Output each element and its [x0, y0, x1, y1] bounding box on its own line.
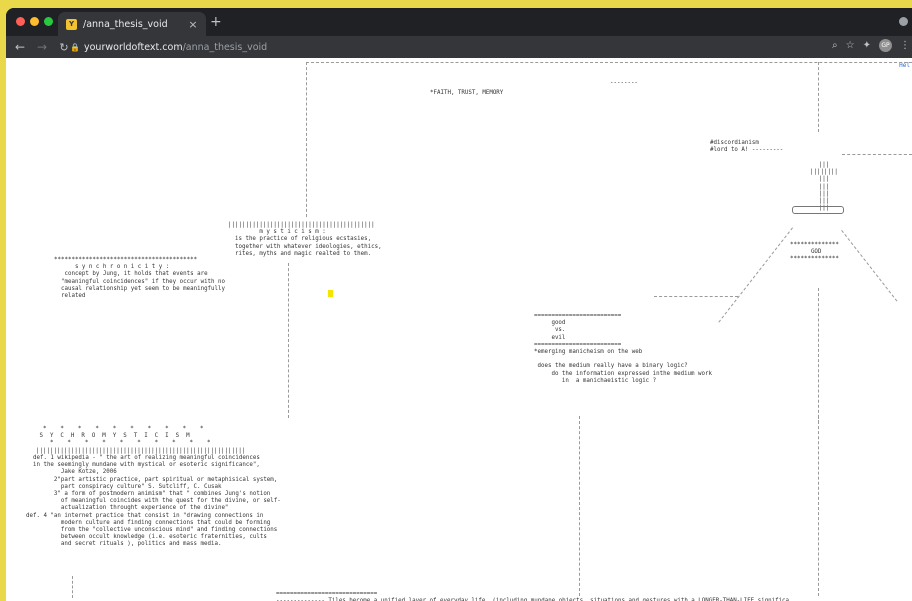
synchronicity-text: ****************************************… [54, 257, 226, 300]
divider-line-upper-left [306, 62, 307, 217]
good-vs-evil-text: ========================= good vs. evil … [534, 313, 712, 384]
browser-window: Y /anna_thesis_void × + ← → ↻ 🔒 yourworl… [6, 8, 912, 601]
mysticism-text: ||||||||||||||||||||||||||||||||||||||||… [228, 222, 382, 257]
pipes-column-text: ||| |||||||| ||| ||| ||| ||| ||| [810, 162, 838, 212]
tab-anna-thesis-void[interactable]: Y /anna_thesis_void × [58, 12, 206, 36]
tab-strip-menu-icon[interactable] [899, 17, 908, 26]
back-arrow-icon[interactable]: ← [12, 40, 28, 54]
divider-line-upper-right [818, 62, 819, 132]
faith-trust-memory-text: *FAITH, TRUST, MEMORY [430, 90, 504, 96]
help-link[interactable]: Hel [899, 62, 910, 69]
zoom-window-button[interactable] [44, 17, 53, 26]
url-host: yourworldoftext.com [84, 41, 183, 53]
synchromysticism-header-text: * * * * * * * * * * S Y C H R O M Y S T … [36, 426, 246, 454]
zoom-search-icon[interactable]: ⌕ [832, 40, 838, 51]
profile-avatar[interactable]: GP [879, 39, 892, 52]
extensions-puzzle-icon[interactable]: ✦ [863, 40, 871, 51]
slope-line-left [718, 227, 793, 323]
divider-line-center-left [288, 263, 289, 418]
new-tab-button[interactable]: + [210, 14, 222, 30]
world-of-text-canvas[interactable]: Hel -------- *FAITH, TRUST, MEMORY #disc… [6, 58, 912, 601]
browser-toolbar: ← → ↻ 🔒 yourworldoftext.com/anna_thesis_… [6, 36, 912, 58]
bookmark-star-icon[interactable]: ☆ [846, 40, 855, 51]
top-border-line [306, 62, 912, 63]
divider-line-lower-middle [579, 416, 580, 596]
divider-line-lower-right [818, 416, 819, 596]
kebab-menu-icon[interactable]: ⋮ [900, 40, 910, 51]
synchromysticism-definitions-text: def. 1 wikipedia - " the art of realizin… [26, 455, 281, 548]
lock-icon[interactable]: 🔒 [70, 43, 80, 52]
faith-dashes-text: -------- [610, 80, 638, 86]
god-box-text: ************** GOD ************** [790, 242, 839, 263]
slope-line-right [841, 230, 898, 302]
discordianism-text: #discordianism #lord to A! --------- [710, 140, 784, 154]
upper-right-dash-line [842, 154, 912, 155]
site-favicon-icon: Y [66, 18, 77, 30]
tab-close-icon[interactable]: × [186, 18, 200, 31]
tab-title: /anna_thesis_void [83, 18, 168, 30]
address-bar[interactable]: 🔒 yourworldoftext.com/anna_thesis_void [70, 38, 908, 56]
close-window-button[interactable] [16, 17, 25, 26]
ledge-line [654, 296, 738, 297]
forward-arrow-icon[interactable]: → [34, 40, 50, 54]
divider-line-center-right [818, 288, 819, 423]
bottom-ticker-text: ============================= ----------… [276, 591, 789, 601]
tab-strip: Y /anna_thesis_void × + [6, 8, 912, 36]
minimize-window-button[interactable] [30, 17, 39, 26]
divider-line-bottom-left [72, 576, 73, 598]
url-path: /anna_thesis_void [182, 41, 268, 53]
rounded-marker [792, 206, 844, 214]
text-cursor [328, 290, 333, 297]
